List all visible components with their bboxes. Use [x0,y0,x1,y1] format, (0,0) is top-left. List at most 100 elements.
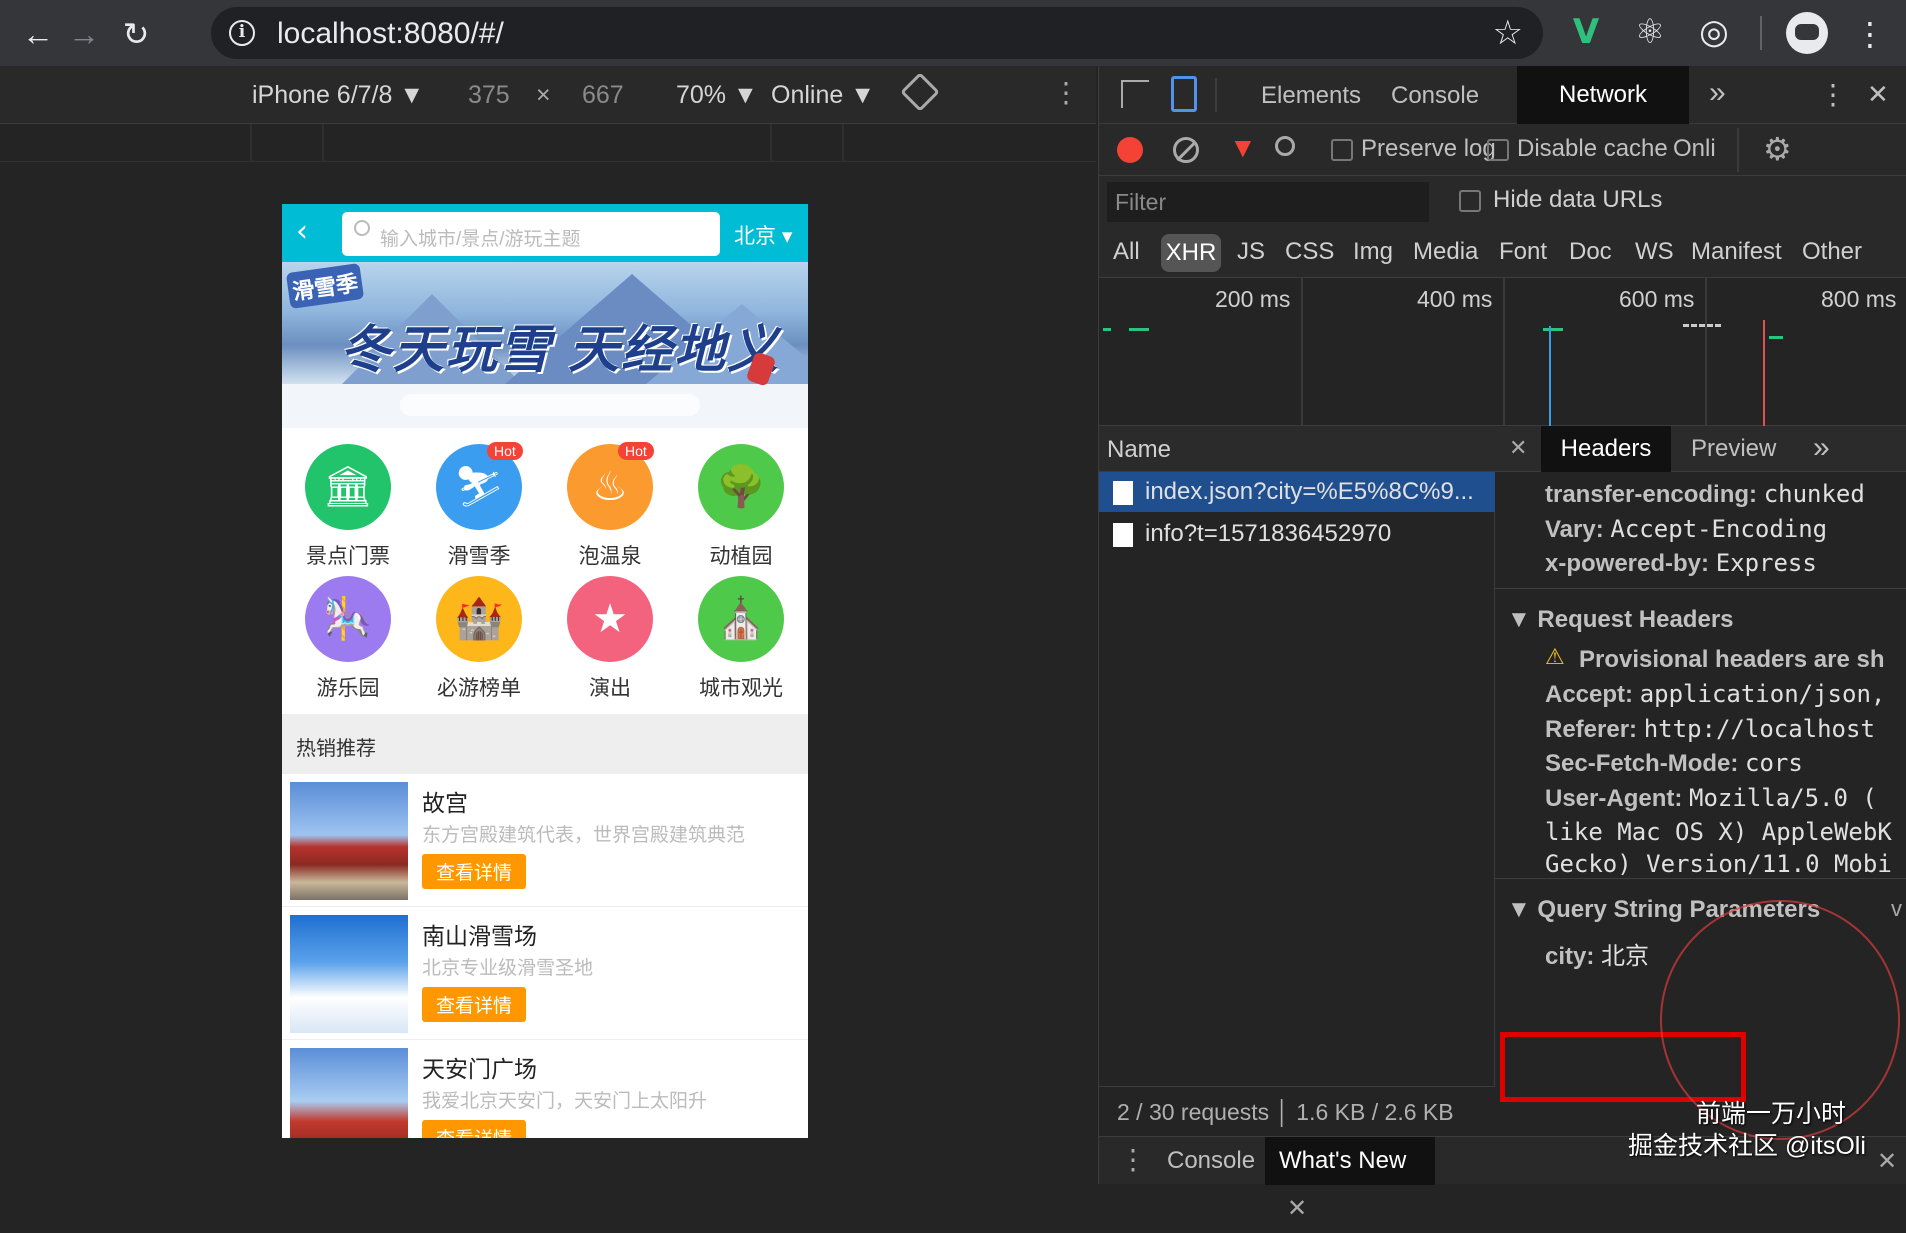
throttling-online[interactable]: Onli [1673,135,1716,163]
header-row: x-powered-by: Express [1545,549,1817,577]
timeline-bar [1103,328,1111,331]
back-icon[interactable]: ← [18,14,58,54]
devtools-close-icon[interactable]: ✕ [1867,79,1889,110]
type-other[interactable]: Other [1802,238,1862,266]
search-icon[interactable] [1275,136,1295,156]
device-width[interactable]: 375 [468,81,510,110]
inspect-element-icon[interactable] [1121,80,1149,108]
zoom-select[interactable]: 70% ▼ [676,81,758,110]
promo-banner[interactable]: 滑雪季 冬天玩雪 天经地义 [282,262,808,428]
bookmark-star-icon[interactable]: ☆ [1493,13,1523,53]
item-desc: 北京专业级滑雪圣地 [422,958,594,979]
list-item[interactable]: 天安门广场我爱北京天安门，天安门上太阳升查看详情 [282,1040,808,1138]
device-more-icon[interactable]: ⋮ [1052,76,1080,109]
info-icon[interactable]: i [229,20,255,46]
detail-button[interactable]: 查看详情 [422,1120,527,1138]
device-select[interactable]: iPhone 6/7/8 ▼ [252,81,424,110]
type-xhr[interactable]: XHR [1161,234,1221,272]
filter-input[interactable]: Filter [1107,182,1429,222]
list-item[interactable]: 故宫 东方宫殿建筑代表，世界宫殿建筑典范 查看详情 [282,774,808,907]
tab-preview[interactable]: Preview [1691,435,1776,463]
timeline-bar [1769,336,1783,339]
request-headers-title[interactable]: ▼ Request Headers [1507,606,1734,634]
devtools-menu-icon[interactable]: ⋮ [1819,78,1847,111]
devtools-tabbar: Elements Console Network » ⋮ ✕ [1099,66,1906,124]
category-item[interactable]: 🏛 景点门票 [288,444,408,574]
name-column-header[interactable]: Name [1099,426,1495,472]
back-arrow-icon[interactable]: ‹ [296,214,308,249]
preserve-log-label: Preserve log [1361,135,1496,162]
timeline-bar [1683,324,1721,327]
details-close-icon[interactable]: ✕ [1509,435,1527,461]
device-mode-icon[interactable] [1171,76,1197,112]
network-overview-timeline[interactable]: 200 ms 400 ms 600 ms 800 ms [1099,278,1906,426]
clear-icon[interactable] [1173,137,1199,163]
close-icon[interactable]: ✕ [1287,1195,1307,1222]
category-item[interactable]: ⛷ Hot 滑雪季 [419,442,539,574]
type-ws[interactable]: WS [1635,238,1674,266]
network-summary: 2 / 30 requests │ 1.6 KB / 2.6 KB [1099,1086,1495,1136]
reload-icon[interactable]: ↻ [116,14,156,54]
category-item[interactable]: 🏰 必游榜单 [419,576,539,706]
tab-network[interactable]: Network [1517,66,1689,124]
header-row: User-Agent: Mozilla/5.0 ( [1545,783,1877,812]
type-img[interactable]: Img [1353,238,1393,266]
url-text[interactable]: localhost:8080/#/ [277,17,504,51]
type-css[interactable]: CSS [1285,238,1334,266]
category-item[interactable]: 🎠 游乐园 [288,576,408,706]
preserve-log-checkbox[interactable] [1331,139,1353,161]
device-height[interactable]: 667 [582,81,624,110]
category-icon: 🏰 [436,576,522,662]
request-row-info[interactable]: info?t=1571836452970 [1099,514,1495,554]
city-selector[interactable]: 北京 ▾ [734,220,792,250]
type-manifest[interactable]: Manifest [1691,238,1782,266]
drawer-tab-whats-new[interactable]: What's New ✕ [1265,1137,1435,1222]
resource-type-filters: All XHR JS CSS Img Media Font Doc WS Man… [1099,228,1906,278]
item-desc: 东方宫殿建筑代表，世界宫殿建筑典范 [422,825,746,846]
settings-gear-icon[interactable]: ⚙ [1763,130,1792,168]
record-icon[interactable] [1117,137,1143,163]
type-all[interactable]: All [1113,238,1140,266]
tab-headers[interactable]: Headers [1541,426,1671,472]
type-media[interactable]: Media [1413,238,1478,266]
drawer-close-icon[interactable]: ✕ [1877,1147,1897,1176]
drawer-menu-icon[interactable]: ⋮ [1119,1143,1147,1176]
timeline-label: 800 ms [1821,286,1897,312]
more-tabs-icon[interactable]: » [1709,76,1726,110]
timeline-label: 400 ms [1417,286,1493,312]
search-icon [354,220,370,236]
device-toolbar: iPhone 6/7/8 ▼ 375 × 667 70% ▼ Online ▼ … [0,66,1096,124]
list-item[interactable]: 南山滑雪场 北京专业级滑雪圣地 查看详情 [282,907,808,1040]
disable-cache-checkbox[interactable] [1487,139,1509,161]
type-font[interactable]: Font [1499,238,1547,266]
extension-target-icon[interactable]: ◎ [1692,10,1736,54]
drawer-tab-console[interactable]: Console [1167,1147,1255,1175]
type-doc[interactable]: Doc [1569,238,1612,266]
filter-funnel-icon[interactable]: ▼ [1229,132,1257,164]
category-item[interactable]: 🌳 动植园 [681,444,801,574]
detail-button[interactable]: 查看详情 [422,987,527,1022]
view-source-toggle[interactable]: v [1891,896,1902,922]
browser-menu-icon[interactable]: ⋮ [1850,14,1890,54]
timeline-label: 600 ms [1619,286,1695,312]
type-js[interactable]: JS [1237,238,1265,266]
more-detail-tabs-icon[interactable]: » [1813,431,1830,465]
profile-avatar[interactable] [1786,12,1828,54]
category-item[interactable]: ⛪ 城市观光 [681,576,801,706]
vue-devtools-icon[interactable]: V [1564,10,1608,54]
detail-button[interactable]: 查看详情 [422,854,527,889]
rotate-icon[interactable] [900,72,940,112]
address-bar[interactable]: i localhost:8080/#/ ☆ [211,7,1543,59]
request-row-index-json[interactable]: index.json?city=%E5%8C%9... [1099,472,1495,512]
forward-icon[interactable]: → [64,14,104,54]
react-devtools-icon[interactable]: ⚛ [1628,10,1672,54]
search-input[interactable]: 输入城市/景点/游玩主题 [342,212,720,256]
tab-elements[interactable]: Elements [1261,82,1361,110]
tab-console[interactable]: Console [1391,82,1479,110]
throttling-select[interactable]: Online ▼ [771,81,875,110]
category-item[interactable]: ★ 演出 [550,576,670,706]
document-icon [1113,481,1133,505]
hide-data-urls-checkbox[interactable] [1459,190,1481,212]
category-item[interactable]: ♨ Hot 泡温泉 [550,442,670,574]
warning-icon: ⚠ [1545,644,1565,669]
